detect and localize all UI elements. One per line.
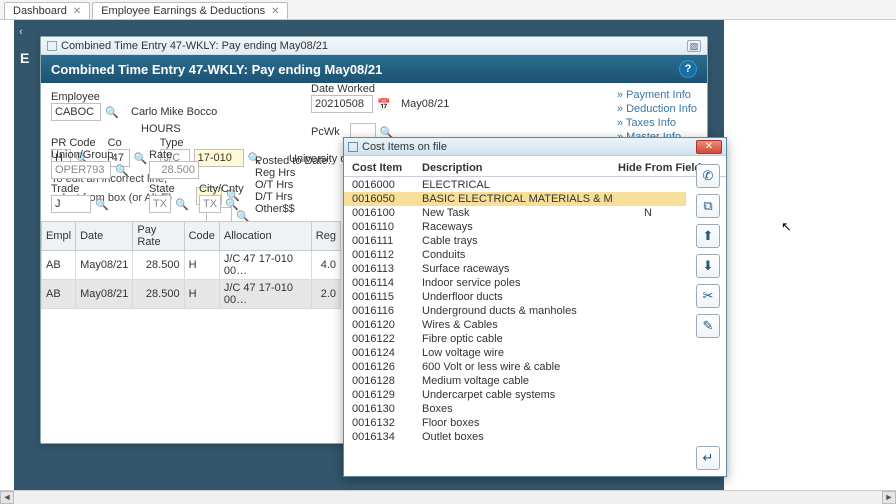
- search-icon[interactable]: 🔍: [105, 105, 119, 119]
- list-item[interactable]: 0016113Surface raceways: [344, 262, 686, 276]
- col-code[interactable]: Code: [184, 222, 219, 251]
- accept-button[interactable]: ↵: [696, 446, 720, 470]
- dialog-title: Cost Items on file: [362, 141, 447, 153]
- list-item[interactable]: 0016112Conduits: [344, 248, 686, 262]
- help-button[interactable]: ?: [679, 60, 697, 78]
- list-item[interactable]: 0016050BASIC ELECTRICAL MATERIALS & M: [344, 192, 686, 206]
- col-reg[interactable]: Reg: [311, 222, 340, 251]
- time-entry-grid: Empl Date Pay Rate Code Allocation Reg A…: [41, 221, 341, 309]
- pcwk-label: PcWk: [311, 126, 340, 138]
- list-item[interactable]: 0016120Wires & Cables: [344, 318, 686, 332]
- city-input[interactable]: [199, 195, 221, 213]
- move-down-button[interactable]: ⬇: [696, 254, 720, 278]
- dialog-toolbar: ✆ ⧉ ⬆ ⬇ ✂ ✎: [696, 164, 720, 338]
- list-item[interactable]: 0016116Underground ducts & manholes: [344, 304, 686, 318]
- list-item[interactable]: 0016114Indoor service poles: [344, 276, 686, 290]
- col-cost-item[interactable]: Cost Item: [352, 162, 422, 174]
- copy-button[interactable]: ⧉: [696, 194, 720, 218]
- employee-name: Carlo Mike Bocco: [131, 106, 217, 118]
- close-icon[interactable]: ✕: [73, 6, 81, 17]
- city-label: City/Cnty: [199, 183, 244, 195]
- date-worked-input[interactable]: [311, 95, 373, 113]
- list-item[interactable]: 0016134Outlet boxes: [344, 430, 686, 444]
- collapse-icon[interactable]: ‹: [14, 26, 28, 40]
- tab-label: Dashboard: [13, 5, 67, 17]
- col-allocation[interactable]: Allocation: [219, 222, 311, 251]
- cost-item-list[interactable]: 0016000ELECTRICAL0016050BASIC ELECTRICAL…: [344, 178, 686, 446]
- tab-dashboard[interactable]: Dashboard ✕: [4, 2, 90, 19]
- type-label: Type: [160, 137, 262, 149]
- search-icon[interactable]: 🔍: [225, 197, 239, 211]
- search-icon[interactable]: 🔍: [175, 197, 189, 211]
- close-icon[interactable]: ✕: [271, 6, 279, 17]
- list-item[interactable]: 0016129Undercarpet cable systems: [344, 388, 686, 402]
- grid-header-row: Empl Date Pay Rate Code Allocation Reg: [42, 222, 341, 251]
- tab-strip: Dashboard ✕ Employee Earnings & Deductio…: [0, 0, 896, 20]
- horizontal-scrollbar[interactable]: ◄ ►: [0, 490, 896, 504]
- list-item[interactable]: 0016130Boxes: [344, 402, 686, 416]
- calendar-icon[interactable]: 📅: [377, 97, 391, 111]
- list-item[interactable]: 0016115Underfloor ducts: [344, 290, 686, 304]
- col-payrate[interactable]: Pay Rate: [133, 222, 184, 251]
- state-input[interactable]: [149, 195, 171, 213]
- table-row[interactable]: AB May08/21 28.500 H J/C 47 17-010 00… 2…: [42, 280, 341, 309]
- search-icon[interactable]: 🔍: [95, 197, 109, 211]
- export-button[interactable]: ✆: [696, 164, 720, 188]
- scroll-left-button[interactable]: ◄: [0, 491, 14, 504]
- window-subtitle: Combined Time Entry 47-WKLY: Pay ending …: [61, 40, 328, 52]
- tab-label: Employee Earnings & Deductions: [101, 5, 265, 17]
- date-worked-display: May08/21: [401, 98, 449, 110]
- list-item[interactable]: 0016124Low voltage wire: [344, 346, 686, 360]
- move-up-button[interactable]: ⬆: [696, 224, 720, 248]
- table-row[interactable]: AB May08/21 28.500 H J/C 47 17-010 00… 4…: [42, 251, 341, 280]
- list-item[interactable]: 0016136Pull & junction boxes: [344, 444, 686, 446]
- tab-employee-earnings[interactable]: Employee Earnings & Deductions ✕: [92, 2, 288, 19]
- dialog-column-headers: Cost Item Description Hide From Field: [344, 156, 726, 177]
- link-deduction-info[interactable]: Deduction Info: [617, 103, 697, 115]
- window-close-button[interactable]: ▨: [687, 40, 701, 52]
- union-group-label: Union/Group: [51, 149, 129, 161]
- list-item[interactable]: 0016126600 Volt or less wire & cable: [344, 360, 686, 374]
- employee-code-input[interactable]: [51, 103, 101, 121]
- window-header: Combined Time Entry 47-WKLY: Pay ending …: [41, 55, 707, 83]
- list-item[interactable]: 0016128Medium voltage cable: [344, 374, 686, 388]
- side-link-list: Payment Info Deduction Info Taxes Info M…: [617, 89, 697, 143]
- trade-input[interactable]: [51, 195, 91, 213]
- union-group-input[interactable]: [51, 161, 111, 179]
- date-worked-label: Date Worked: [311, 83, 522, 95]
- list-item[interactable]: 0016100New TaskN: [344, 206, 686, 220]
- scroll-right-button[interactable]: ►: [882, 491, 896, 504]
- co-label: Co: [108, 137, 148, 149]
- dialog-close-button[interactable]: ✕: [696, 140, 722, 154]
- list-item[interactable]: 0016000ELECTRICAL: [344, 178, 686, 192]
- rate-input[interactable]: [149, 161, 199, 179]
- pr-code-label: PR Code: [51, 137, 96, 149]
- mouse-cursor: ↖: [781, 219, 792, 235]
- search-icon[interactable]: 🔍: [115, 163, 129, 177]
- link-taxes-info[interactable]: Taxes Info: [617, 117, 697, 129]
- list-item[interactable]: 0016132Floor boxes: [344, 416, 686, 430]
- col-empl[interactable]: Empl: [42, 222, 76, 251]
- window-title: Combined Time Entry 47-WKLY: Pay ending …: [51, 62, 382, 77]
- link-payment-info[interactable]: Payment Info: [617, 89, 697, 101]
- list-item[interactable]: 0016111Cable trays: [344, 234, 686, 248]
- backdrop-letter: E: [20, 50, 29, 66]
- dialog-titlebar: Cost Items on file ✕: [344, 138, 726, 156]
- col-date[interactable]: Date: [76, 222, 133, 251]
- list-item[interactable]: 0016110Raceways: [344, 220, 686, 234]
- dialog-icon: [348, 142, 358, 152]
- filter-button[interactable]: ✂: [696, 284, 720, 308]
- window-titlebar: Combined Time Entry 47-WKLY: Pay ending …: [41, 37, 707, 55]
- cost-items-dialog: Cost Items on file ✕ Cost Item Descripti…: [343, 137, 727, 477]
- window-icon: [47, 41, 57, 51]
- state-label: State: [149, 183, 189, 195]
- col-description[interactable]: Description: [422, 162, 618, 174]
- rate-label: Rate: [149, 149, 244, 161]
- trade-label: Trade: [51, 183, 129, 195]
- list-item[interactable]: 0016122Fibre optic cable: [344, 332, 686, 346]
- edit-button[interactable]: ✎: [696, 314, 720, 338]
